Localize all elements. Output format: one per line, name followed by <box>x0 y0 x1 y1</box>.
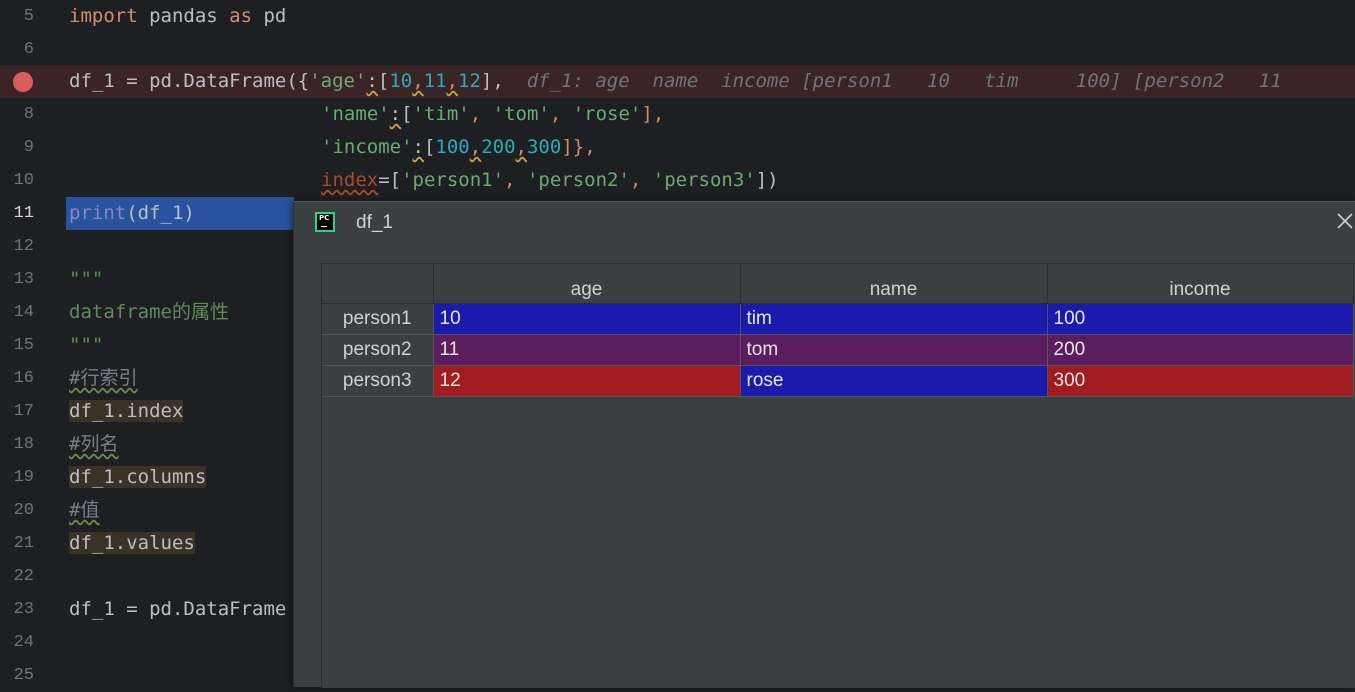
row-index[interactable]: person2 <box>322 334 434 366</box>
table-cell[interactable]: 10 <box>433 303 741 335</box>
close-icon[interactable] <box>1334 210 1355 232</box>
dataframe-table-area[interactable]: age name income person1 10 tim 100 perso… <box>321 263 1355 688</box>
code-text[interactable]: df_1.values <box>69 527 195 560</box>
code-text[interactable]: #列名 <box>69 428 118 461</box>
table-header-row: age name income <box>322 264 1354 304</box>
table-cell[interactable]: 100 <box>1047 303 1354 335</box>
dataframe-viewer-popup[interactable]: PC df_1 age name income person1 10 tim 1… <box>293 201 1355 688</box>
code-text[interactable]: 'income':[100,200,300]}, <box>321 131 596 164</box>
line-number: 21 <box>13 534 34 553</box>
table-row[interactable]: person2 11 tom 200 <box>322 334 1354 366</box>
line-number: 20 <box>13 501 34 520</box>
code-text[interactable]: df_1 = pd.DataFrame({'age':[10,11,12], d… <box>69 65 1282 98</box>
table-row[interactable]: person3 12 rose 300 <box>322 365 1354 397</box>
inline-debug-hint: df_1: age name income [person1 10 tim 10… <box>526 70 1282 92</box>
table-cell[interactable]: tim <box>740 303 1048 335</box>
table-cell[interactable]: tom <box>740 334 1048 366</box>
code-text[interactable]: 'name':['tim', 'tom', 'rose'], <box>321 98 664 131</box>
table-cell[interactable]: 12 <box>433 365 741 397</box>
popup-title: df_1 <box>356 212 393 233</box>
code-text[interactable]: df_1.columns <box>69 461 207 494</box>
row-index[interactable]: person3 <box>322 365 434 397</box>
breakpoint-icon[interactable] <box>13 72 33 92</box>
line-number: 22 <box>13 567 34 586</box>
code-text[interactable]: """ <box>69 263 103 296</box>
table-cell[interactable]: 11 <box>433 334 741 366</box>
code-text[interactable]: df_1 = pd.DataFrame <box>69 593 286 626</box>
code-text[interactable]: print(df_1) <box>69 197 195 230</box>
code-text[interactable]: """ <box>69 329 103 362</box>
line-number: 17 <box>13 402 34 421</box>
table-cell[interactable]: 300 <box>1047 365 1354 397</box>
code-text[interactable]: index=['person1', 'person2', 'person3']) <box>321 164 779 197</box>
line-number: 5 <box>23 7 34 26</box>
line-number: 15 <box>13 336 34 355</box>
table-cell[interactable]: 200 <box>1047 334 1354 366</box>
line-number: 11 <box>13 204 34 223</box>
code-text[interactable]: import pandas as pd <box>69 0 286 33</box>
pycharm-icon: PC <box>315 212 335 232</box>
line-number: 24 <box>13 633 34 652</box>
code-text[interactable]: df_1.index <box>69 395 184 428</box>
line-number: 13 <box>13 270 34 289</box>
code-line[interactable]: 5 import pandas as pd <box>0 0 1355 33</box>
column-header[interactable]: name <box>740 264 1048 304</box>
code-text[interactable]: #行索引 <box>69 362 137 395</box>
dataframe-table[interactable]: age name income person1 10 tim 100 perso… <box>322 264 1354 397</box>
line-number: 12 <box>13 237 34 256</box>
code-line[interactable]: 8 'name':['tim', 'tom', 'rose'], <box>0 98 1355 131</box>
index-header[interactable] <box>322 264 434 304</box>
line-number: 18 <box>13 435 34 454</box>
line-number: 23 <box>13 600 34 619</box>
line-number: 6 <box>23 40 34 59</box>
line-number: 19 <box>13 468 34 487</box>
code-text[interactable]: dataframe的属性 <box>69 296 229 329</box>
code-line[interactable]: 9 'income':[100,200,300]}, <box>0 131 1355 164</box>
code-text[interactable]: #值 <box>69 494 99 527</box>
column-header[interactable]: age <box>433 264 741 304</box>
table-cell[interactable]: rose <box>740 365 1048 397</box>
row-index[interactable]: person1 <box>322 303 434 335</box>
line-number: 10 <box>13 171 34 190</box>
line-number: 8 <box>23 105 34 124</box>
line-number: 14 <box>13 303 34 322</box>
line-number: 16 <box>13 369 34 388</box>
code-line[interactable]: 6 <box>0 33 1355 66</box>
column-header[interactable]: income <box>1047 264 1354 304</box>
code-line-breakpoint[interactable]: df_1 = pd.DataFrame({'age':[10,11,12], d… <box>0 65 1355 98</box>
line-number: 9 <box>23 138 34 157</box>
line-number: 25 <box>13 666 34 685</box>
code-line[interactable]: 10 index=['person1', 'person2', 'person3… <box>0 164 1355 197</box>
table-row[interactable]: person1 10 tim 100 <box>322 303 1354 335</box>
